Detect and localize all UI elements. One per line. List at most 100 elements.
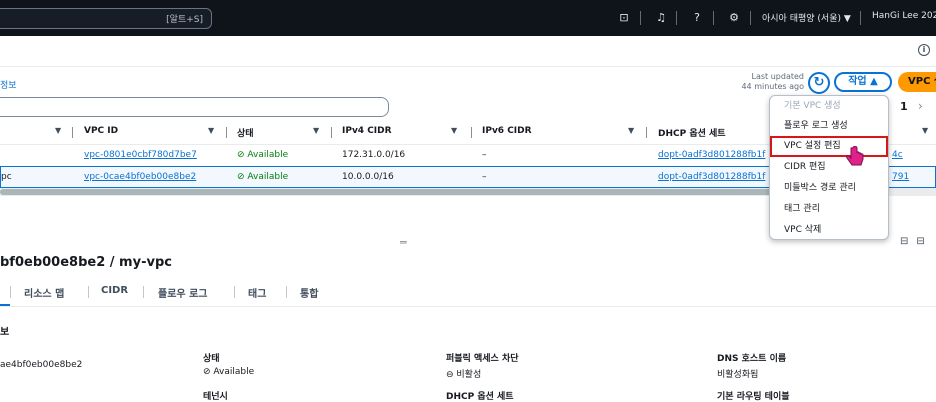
ipv4-cidr: 10.0.0.0/16	[342, 172, 394, 182]
vpc-id-value: ae4bf0eb00e8be2	[0, 360, 83, 370]
bpa-value-text: 비활성	[456, 370, 482, 380]
detail-dhcp: DHCP 옵션 세트	[446, 389, 514, 402]
vpc-id-link[interactable]: vpc-0cae4bf0eb00e8be2	[84, 172, 196, 182]
refresh-button[interactable]: ↻	[808, 72, 830, 94]
column-divider[interactable]	[471, 127, 472, 138]
sort-caret-icon[interactable]: ▼	[628, 126, 634, 135]
tab-tags[interactable]: 태그	[248, 285, 266, 300]
row-tail-link[interactable]: 791	[892, 172, 909, 182]
chevron-right-icon[interactable]: ›	[918, 99, 923, 113]
detail-state: 상태 ⊘ Available	[203, 351, 254, 377]
bpa-label: 퍼블릭 액세스 차단	[446, 354, 519, 364]
column-header-ipv4[interactable]: IPv4 CIDR	[342, 126, 392, 136]
nav-divider	[713, 11, 714, 25]
menu-item-delete-vpc[interactable]: VPC 삭제	[770, 220, 888, 241]
detail-vpc-id: ae4bf0eb00e8be2	[0, 357, 82, 370]
menu-item-create-default-vpc: 기본 VPC 생성	[784, 101, 841, 111]
nav-divider	[640, 11, 641, 25]
sort-caret-icon[interactable]: ▼	[451, 126, 457, 135]
tab-divider	[143, 286, 144, 298]
tenancy-label: 테넌시	[203, 392, 228, 402]
menu-item-create-flow-log[interactable]: 플로우 로그 생성	[770, 116, 888, 137]
sort-caret-icon[interactable]: ▼	[313, 126, 319, 135]
column-divider[interactable]	[72, 127, 73, 138]
split-side-icon[interactable]: ⊟	[916, 236, 932, 247]
column-divider[interactable]	[331, 127, 332, 138]
split-bottom-icon[interactable]: ⊟	[900, 236, 916, 247]
refresh-icon: ↻	[813, 75, 825, 90]
dhcp-label: DHCP 옵션 세트	[446, 392, 514, 402]
sort-caret-icon[interactable]: ▼	[208, 126, 214, 135]
status-text: Available	[247, 150, 289, 160]
search-shortcut-hint: [알트+S]	[166, 15, 203, 25]
last-updated-ago: 44 minutes ago	[741, 82, 804, 91]
last-updated-label: Last updated	[751, 72, 804, 81]
tab-divider	[10, 286, 11, 298]
info-panel-icon[interactable]: i	[918, 44, 930, 56]
dhcp-link[interactable]: dopt-0adf3d801288fb1f	[658, 172, 765, 182]
detail-block-public-access: 퍼블릭 액세스 차단 ⊖ 비활성	[446, 351, 519, 380]
tab-divider	[234, 286, 235, 298]
menu-item-edit-cidr[interactable]: CIDR 편집	[770, 157, 888, 178]
region-selector[interactable]: 아시아 태평양 (서울) ▼	[762, 11, 851, 24]
bell-icon[interactable]: ♫	[654, 11, 668, 25]
sort-caret-icon[interactable]: ▼	[922, 126, 928, 135]
column-header-dhcp[interactable]: DHCP 옵션 세트	[658, 126, 726, 139]
ipv4-cidr: 172.31.0.0/16	[342, 150, 406, 160]
detail-main-route-table: 기본 라우팅 테이블	[717, 389, 790, 402]
scrollbar-thumb[interactable]	[0, 189, 780, 195]
tab-divider	[88, 286, 89, 298]
menu-item-manage-tags[interactable]: 태그 관리	[770, 199, 888, 220]
section-heading: 보	[0, 327, 10, 338]
tab-cidr[interactable]: CIDR	[101, 285, 128, 296]
status-text: Available	[247, 172, 289, 182]
state-label: 상태	[203, 354, 220, 364]
tab-divider	[286, 286, 287, 298]
info-link[interactable]: 정보	[0, 78, 17, 91]
dns-value: 비활성화됨	[717, 370, 759, 380]
state-value-text: Available	[213, 367, 255, 377]
route-table-label: 기본 라우팅 테이블	[717, 392, 790, 402]
vpc-id-link[interactable]: vpc-0801e0cbf780d7be7	[84, 150, 197, 160]
tab-resource-map[interactable]: 리소스 맵	[24, 285, 64, 300]
gear-icon[interactable]: ⚙	[727, 11, 741, 25]
nav-divider	[860, 11, 861, 25]
detail-dns-hostnames: DNS 호스트 이름 비활성화됨	[717, 351, 786, 380]
cloudshell-icon[interactable]: ⊡	[617, 11, 631, 25]
menu-item-manage-middlebox-routes[interactable]: 미들박스 경로 관리	[770, 178, 888, 199]
nav-divider	[676, 11, 677, 25]
account-menu[interactable]: HanGi Lee 2024C	[872, 11, 936, 21]
create-vpc-button[interactable]: VPC 생	[898, 72, 936, 92]
column-divider[interactable]	[646, 127, 647, 138]
row-name: pc	[1, 172, 12, 182]
ipv6-cidr: –	[482, 150, 487, 160]
panel-resize-handle[interactable]: ═	[400, 236, 407, 249]
split-view-controls: ⊟⊟	[900, 236, 933, 247]
detail-tenancy: 테넌시	[203, 389, 228, 402]
row-tail-link[interactable]: 4c	[892, 150, 903, 160]
bpa-value: ⊖ 비활성	[446, 370, 482, 380]
detail-title: bf0eb00e8be2 / my-vpc	[0, 255, 172, 270]
actions-button[interactable]: 작업 ▲	[834, 72, 892, 92]
top-navigation: [알트+S] ⊡ ♫ ? ⚙ 아시아 태평양 (서울) ▼ HanGi Lee …	[0, 0, 936, 36]
column-header-vpc-id[interactable]: VPC ID	[84, 126, 118, 136]
pager-current-page[interactable]: 1	[900, 100, 908, 113]
column-header-state[interactable]: 상태	[237, 126, 254, 139]
sort-caret-icon[interactable]: ▼	[55, 126, 61, 135]
dhcp-link[interactable]: dopt-0adf3d801288fb1f	[658, 150, 765, 160]
tab-flow-logs[interactable]: 플로우 로그	[158, 285, 207, 300]
actions-menu: 기본 VPC 생성 플로우 로그 생성 VPC 설정 편집 CIDR 편집 미들…	[769, 95, 889, 240]
hand-pointer-icon	[846, 146, 864, 166]
tab-integrations[interactable]: 통합	[300, 285, 318, 300]
nav-divider	[750, 11, 751, 25]
dns-label: DNS 호스트 이름	[717, 354, 787, 364]
search-input[interactable]: [알트+S]	[0, 8, 212, 29]
column-header-ipv6[interactable]: IPv6 CIDR	[482, 126, 532, 136]
menu-item-edit-vpc-settings[interactable]: VPC 설정 편집	[770, 136, 888, 157]
filter-input[interactable]	[0, 97, 389, 117]
help-icon[interactable]: ?	[690, 11, 704, 25]
status-badge: ⊘ Available	[237, 150, 289, 160]
ipv6-cidr: –	[482, 172, 487, 182]
column-divider[interactable]	[226, 127, 227, 138]
last-updated-text: Last updated 44 minutes ago	[720, 72, 804, 92]
